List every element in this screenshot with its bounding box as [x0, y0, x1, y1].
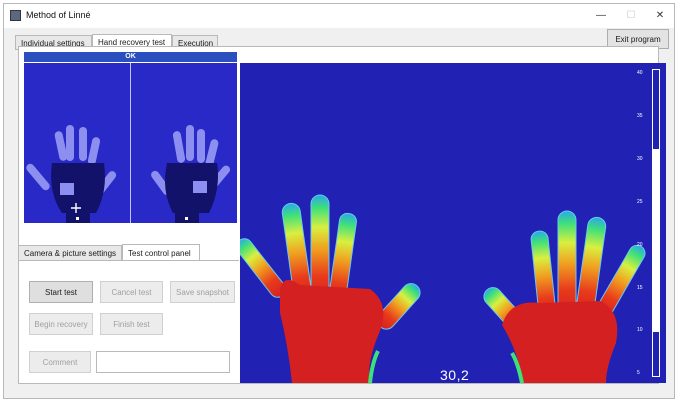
thermal-hands: [240, 194, 646, 383]
status-bar: OK: [24, 52, 237, 62]
temperature-scale[interactable]: [652, 69, 660, 377]
scale-tick-label: 5: [637, 370, 640, 376]
hand-preview: [24, 63, 237, 223]
title-bar: Method of Linné — ☐ ✕: [4, 4, 674, 28]
window-title: Method of Linné: [26, 10, 91, 20]
right-hand-outline: [151, 125, 231, 223]
save-snapshot-button[interactable]: Save snapshot: [170, 281, 235, 303]
finish-test-button[interactable]: Finish test: [100, 313, 163, 335]
thermal-image: [240, 63, 666, 383]
comment-button[interactable]: Comment: [29, 351, 91, 373]
tab-camera-picture-settings[interactable]: Camera & picture settings: [18, 245, 122, 261]
app-icon: [10, 10, 21, 21]
scale-range-fill: [653, 148, 659, 333]
tab-test-control-panel[interactable]: Test control panel: [122, 244, 200, 261]
scale-tick-label: 15: [637, 285, 643, 291]
start-test-button[interactable]: Start test: [29, 281, 93, 303]
scale-tick-label: 40: [637, 70, 643, 76]
scale-tick-label: 30: [637, 156, 643, 162]
comment-field[interactable]: [96, 351, 230, 373]
begin-recovery-button[interactable]: Begin recovery: [29, 313, 93, 335]
scale-tick-label: 10: [637, 327, 643, 333]
scale-tick-label: 35: [637, 113, 643, 119]
scale-tick-label: 25: [637, 199, 643, 205]
left-hand-outline: [26, 125, 117, 223]
maximize-button: ☐: [626, 10, 636, 21]
cancel-test-button[interactable]: Cancel test: [100, 281, 163, 303]
temperature-readout: 30,2: [440, 367, 470, 383]
subtab-divider: [18, 260, 239, 261]
close-button[interactable]: ✕: [645, 6, 675, 26]
minimize-button[interactable]: —: [586, 6, 616, 26]
scale-tick-label: 20: [637, 242, 643, 248]
